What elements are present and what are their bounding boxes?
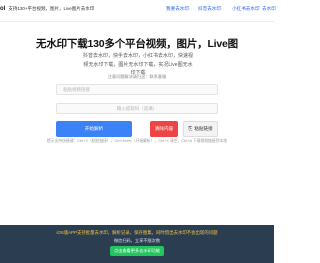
support-hint: 注意问题解决请扫这：联系客服 — [107, 74, 167, 79]
paste-button-label: 粘贴链接 — [194, 126, 213, 131]
brand-logo[interactable]: ol — [0, 6, 5, 12]
parse-button[interactable]: 开始解析 — [56, 121, 132, 137]
nav-link-more[interactable]: 去水印 — [262, 6, 276, 12]
nav-link-xiaohongshu[interactable]: 小红书去水印 — [232, 6, 260, 12]
clear-button[interactable]: 清除内容 — [150, 121, 178, 137]
paste-button[interactable]: ⎘ 粘贴链接 — [183, 121, 218, 137]
brand-tagline: 支持130+平台视频，图片，Live图片去水印 — [8, 6, 95, 11]
extract-code-field[interactable] — [56, 103, 218, 114]
more-features-button[interactable]: 点击查看更多去水印功能 — [110, 246, 164, 256]
shortcut-tip: 提示支持快捷键：Ctrl+V（粘贴链接），Ctrl+Enter（开始解析），Ct… — [46, 139, 228, 143]
nav-link-douyin[interactable]: 抖音去水印 — [198, 6, 221, 12]
video-url-input[interactable] — [57, 85, 217, 94]
extract-code-input[interactable] — [57, 104, 217, 113]
nav-link-remove-watermark[interactable]: 我要去水印 — [166, 6, 189, 12]
clipboard-icon: ⎘ — [188, 126, 193, 132]
video-url-field[interactable] — [56, 84, 218, 95]
app-notice: iOS版APP支持批量去水印，解析记录，保存图集，同时借出去水印不会出现的问题 — [56, 230, 218, 235]
page-title: 无水印下载130多个平台视频，图片，Live图 — [36, 38, 238, 50]
footer-banner: iOS版APP支持批量去水印，解析记录，保存图集，同时借出去水印不会出现的问题 … — [0, 225, 274, 263]
top-navbar: ol 支持130+平台视频，图片，Live图片去水印 我要去水印 抖音去水印 小红… — [0, 0, 276, 22]
app-notice-sub: 微信扫码，立享不限次数 — [113, 238, 161, 243]
brand[interactable]: ol 支持130+平台视频，图片，Live图片去水印 — [0, 6, 94, 12]
